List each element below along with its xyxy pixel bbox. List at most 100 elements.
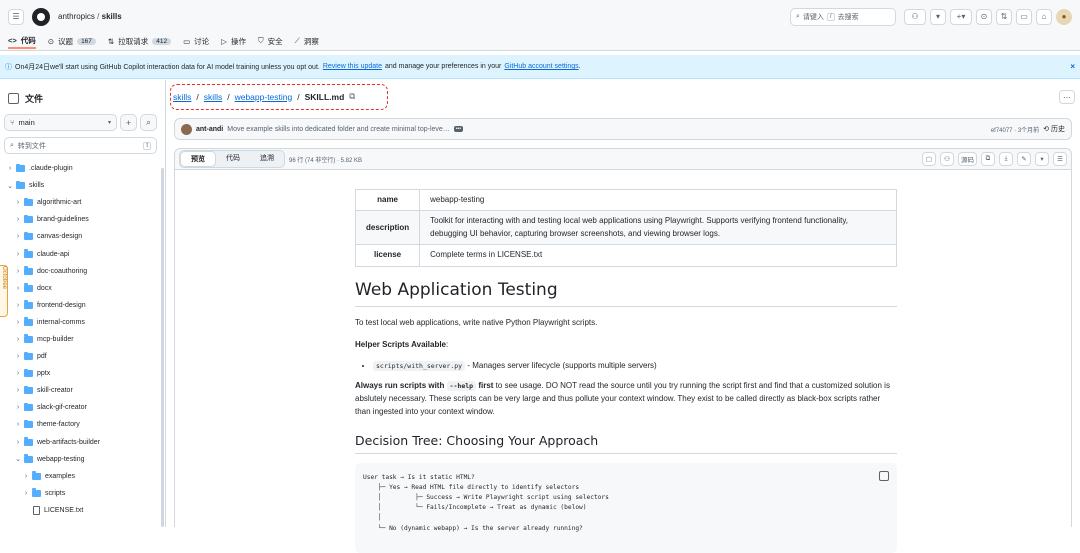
tree-item[interactable]: › algorithmic-art <box>0 194 160 211</box>
chevron-down-icon[interactable]: ▾ <box>1035 152 1049 166</box>
tree-item[interactable]: ⌄ webapp-testing <box>0 451 160 468</box>
create-new-icon[interactable]: +▾ <box>950 8 972 25</box>
chevron-right-icon[interactable]: › <box>14 370 22 377</box>
chevron-right-icon[interactable]: › <box>14 319 22 326</box>
chevron-right-icon[interactable]: › <box>14 285 22 292</box>
inbox-icon[interactable]: ⌂ <box>1036 8 1052 25</box>
tree-item[interactable]: › doc-coauthoring <box>0 263 160 280</box>
tree-item[interactable]: › docx <box>0 280 160 297</box>
copilot-chat-icon[interactable]: ⚇ <box>940 152 954 166</box>
raw-button[interactable]: 源码 <box>958 152 977 166</box>
tree-item[interactable]: ⌄ skills <box>0 177 160 194</box>
tree-item[interactable]: › theme-factory <box>0 416 160 433</box>
github-logo-icon[interactable] <box>32 7 50 26</box>
menu-icon[interactable]: ☰ <box>8 8 24 25</box>
chevron-right-icon[interactable]: › <box>14 302 22 309</box>
commit-author[interactable]: ant-andi <box>196 126 223 133</box>
search-input[interactable]: ⌕ 请键入 / 去搜索 <box>790 7 896 26</box>
tree-item[interactable]: › scripts <box>0 485 160 502</box>
breadcrumb-link[interactable]: webapp-testing <box>235 92 293 102</box>
tab-pull-requests[interactable]: ⇅ 拉取请求 412 <box>108 33 172 49</box>
tree-item[interactable]: › brand-guidelines <box>0 211 160 228</box>
commit-meta[interactable]: ef74077 · 3个月前 <box>991 125 1039 134</box>
chevron-down-icon[interactable]: ⌄ <box>6 182 14 190</box>
tree-item[interactable]: › pdf <box>0 348 160 365</box>
search-icon: ⌕ <box>10 141 14 149</box>
tree-item[interactable]: › canvas-design <box>0 228 160 245</box>
tab-blame[interactable]: 追溯 <box>250 151 284 167</box>
tree-item[interactable]: › pptx <box>0 365 160 382</box>
list-item-text: - Manages server lifecycle (supports mul… <box>467 361 657 371</box>
copilot-icon[interactable]: ▢ <box>922 152 936 166</box>
chevron-right-icon[interactable]: › <box>14 268 22 275</box>
chevron-right-icon[interactable]: › <box>14 216 22 223</box>
tab-discussions[interactable]: ▭ 讨论 <box>183 33 209 49</box>
tree-item[interactable]: › claude-api <box>0 245 160 262</box>
repo-link[interactable]: skills <box>102 12 122 21</box>
tree-item-label: webapp-testing <box>37 455 85 463</box>
search-icon[interactable]: ⌕ <box>140 114 157 131</box>
expand-commit-button[interactable]: ••• <box>453 126 464 132</box>
copilot-icon[interactable]: ⚇ <box>904 8 926 25</box>
breadcrumb-link[interactable]: skills <box>204 92 222 102</box>
branch-name: main <box>18 118 35 127</box>
chevron-down-icon[interactable]: ⌄ <box>14 455 22 463</box>
download-icon[interactable]: ⤓ <box>999 152 1013 166</box>
commit-message[interactable]: Move example skills into dedicated folde… <box>227 126 450 133</box>
copy-icon[interactable]: ⧉ <box>981 152 995 166</box>
tree-item[interactable]: › internal-comms <box>0 314 160 331</box>
tab-code[interactable]: <> 代码 <box>8 33 36 49</box>
folder-icon <box>24 317 33 326</box>
go-to-file-input[interactable]: ⌕ 转到文件 t <box>4 137 157 154</box>
history-button[interactable]: ⟲ 历史 <box>1043 124 1065 134</box>
tree-item[interactable]: › examples <box>0 468 160 485</box>
chevron-right-icon[interactable]: › <box>14 251 22 258</box>
tab-issues[interactable]: ⊙ 议题 167 <box>48 33 96 49</box>
avatar[interactable] <box>181 123 192 135</box>
tree-item[interactable]: › web-artifacts-builder <box>0 434 160 451</box>
tab-preview[interactable]: 预览 <box>180 151 216 167</box>
global-header: ☰ anthropics / skills ⌕ 请键入 / 去搜索 ⚇ ▾ +▾… <box>0 0 1080 33</box>
chevron-right-icon[interactable]: › <box>14 404 22 411</box>
avatar[interactable]: ● <box>1056 8 1072 25</box>
issues-icon[interactable]: ⊙ <box>976 8 992 25</box>
tree-item[interactable]: › slack-gif-creator <box>0 399 160 416</box>
chevron-right-icon[interactable]: › <box>22 490 30 497</box>
more-options-icon[interactable]: ⋯ <box>1059 90 1075 104</box>
copy-icon[interactable] <box>879 470 889 481</box>
chevron-right-icon[interactable]: › <box>14 387 22 394</box>
chevron-down-icon[interactable]: ▾ <box>930 8 946 25</box>
tab-actions[interactable]: ▷ 操作 <box>221 33 246 49</box>
tree-item[interactable]: › frontend-design <box>0 297 160 314</box>
tab-insights[interactable]: ⟋ 洞察 <box>295 33 319 49</box>
tab-security[interactable]: ⛉ 安全 <box>258 33 283 49</box>
owner-link[interactable]: anthropics <box>58 12 95 21</box>
tab-code[interactable]: 代码 <box>216 151 250 167</box>
chevron-right-icon[interactable]: › <box>14 199 22 206</box>
collapse-sidebar-icon[interactable] <box>8 93 19 104</box>
chevron-right-icon[interactable]: › <box>14 353 22 360</box>
close-icon[interactable]: × <box>1070 62 1075 71</box>
outline-icon[interactable]: ☰ <box>1053 152 1067 166</box>
copy-path-icon[interactable]: ⧉ <box>349 91 355 102</box>
tree-item[interactable]: › skill-creator <box>0 382 160 399</box>
tree-item[interactable]: LICENSE.txt <box>0 502 160 519</box>
chevron-right-icon[interactable]: › <box>14 421 22 428</box>
tree-item[interactable]: › .claude-plugin <box>0 160 160 177</box>
discussions-icon[interactable]: ▭ <box>1016 8 1032 25</box>
chevron-right-icon[interactable]: › <box>14 233 22 240</box>
sidebar-scrollbar[interactable] <box>161 168 164 527</box>
edit-icon[interactable]: ✎ <box>1017 152 1031 166</box>
account-settings-link[interactable]: GitHub account settings <box>504 63 578 70</box>
chevron-right-icon[interactable]: › <box>22 473 30 480</box>
chevron-right-icon[interactable]: › <box>14 439 22 446</box>
breadcrumb-link[interactable]: skills <box>173 92 191 102</box>
chevron-right-icon[interactable]: › <box>6 165 14 172</box>
add-file-button[interactable]: + <box>120 114 137 131</box>
tree-item[interactable]: › mcp-builder <box>0 331 160 348</box>
octotree-tab[interactable]: Octotree <box>0 265 8 317</box>
branch-selector[interactable]: ⑂ main ▾ <box>4 114 117 131</box>
pull-requests-icon[interactable]: ⇅ <box>996 8 1012 25</box>
review-update-link[interactable]: Review this update <box>323 63 382 70</box>
chevron-right-icon[interactable]: › <box>14 336 22 343</box>
